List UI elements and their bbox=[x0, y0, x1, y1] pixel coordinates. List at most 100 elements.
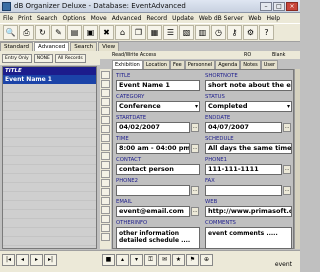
stop-icon[interactable]: ■ bbox=[102, 254, 115, 266]
maximize-button[interactable]: □ bbox=[273, 2, 285, 11]
tab-fee[interactable]: Fee bbox=[169, 60, 185, 69]
delete-record-icon[interactable] bbox=[101, 116, 110, 124]
tab-advanced[interactable]: Advanced bbox=[34, 42, 70, 51]
otherinfo-textarea[interactable]: other information detailed schedule .... bbox=[116, 227, 200, 249]
prev-page-button[interactable]: ◂ bbox=[16, 254, 29, 266]
menu-web-db-server[interactable]: Web dB Server bbox=[199, 15, 244, 22]
attach-icon[interactable] bbox=[101, 206, 110, 214]
web-icon[interactable] bbox=[101, 224, 110, 232]
star-icon[interactable]: ★ bbox=[172, 254, 185, 266]
schedule-field[interactable]: All days the same time bbox=[205, 143, 292, 154]
fax-button[interactable]: ... bbox=[283, 186, 291, 195]
image-icon[interactable]: ▧ bbox=[179, 25, 194, 40]
copy-record-icon[interactable] bbox=[101, 152, 110, 160]
lock-icon[interactable]: ⚿ bbox=[144, 254, 157, 266]
list-icon[interactable]: ☰ bbox=[163, 25, 178, 40]
edit-record-icon[interactable] bbox=[101, 125, 110, 133]
image-record-icon[interactable] bbox=[101, 215, 110, 223]
phone2-field[interactable] bbox=[116, 185, 190, 196]
tab-notes[interactable]: Notes bbox=[240, 60, 261, 69]
last-record-icon[interactable] bbox=[101, 98, 110, 106]
key-icon[interactable]: ⚷ bbox=[227, 25, 242, 40]
tab-user[interactable]: User bbox=[260, 60, 279, 69]
contact-field[interactable]: contact person bbox=[116, 164, 200, 175]
tab-search[interactable]: Search bbox=[70, 42, 98, 51]
add-record-icon[interactable] bbox=[101, 107, 110, 115]
export-icon[interactable] bbox=[101, 197, 110, 205]
menu-move[interactable]: Move bbox=[91, 15, 107, 22]
edit-icon[interactable]: ✎ bbox=[51, 25, 66, 40]
note-icon[interactable]: ✉ bbox=[158, 254, 171, 266]
chart-icon[interactable]: ▥ bbox=[195, 25, 210, 40]
web-field[interactable]: http://www.primasoft.co bbox=[205, 206, 292, 217]
save-icon[interactable]: ▣ bbox=[83, 25, 98, 40]
form-scrollbar[interactable] bbox=[294, 69, 300, 249]
email-button[interactable]: ... bbox=[191, 207, 199, 216]
up-icon[interactable]: ▴ bbox=[116, 254, 129, 266]
previous-record-icon[interactable] bbox=[101, 80, 110, 88]
save-record-icon[interactable] bbox=[101, 134, 110, 142]
comments-textarea[interactable]: event comments ..... bbox=[205, 227, 292, 249]
next-record-icon[interactable] bbox=[101, 89, 110, 97]
cancel-icon[interactable] bbox=[101, 143, 110, 151]
time-field[interactable]: 8:00 am - 04:00 pm bbox=[116, 143, 190, 154]
zoom-icon[interactable]: ⊕ bbox=[200, 254, 213, 266]
menu-options[interactable]: Options bbox=[62, 15, 85, 22]
shortnote-field[interactable]: short note about the event bbox=[205, 80, 292, 91]
next-page-button[interactable]: ▸ bbox=[30, 254, 43, 266]
tab-personnel[interactable]: Personnel bbox=[184, 60, 216, 69]
phone2-button[interactable]: ... bbox=[191, 186, 199, 195]
menu-web[interactable]: Web bbox=[248, 15, 261, 22]
all-records-button[interactable]: All Records bbox=[54, 53, 86, 63]
startdate-field[interactable]: 04/02/2007 bbox=[116, 122, 190, 133]
none-button[interactable]: NONE bbox=[33, 53, 53, 63]
email-icon[interactable] bbox=[101, 233, 110, 241]
print-icon[interactable]: ⎙ bbox=[19, 25, 34, 40]
menu-help[interactable]: Help bbox=[266, 15, 280, 22]
flag-icon[interactable]: ⚑ bbox=[186, 254, 199, 266]
time-picker-button[interactable]: ... bbox=[191, 144, 199, 153]
home-icon[interactable]: ⌂ bbox=[115, 25, 130, 40]
enddate-field[interactable]: 04/07/2007 bbox=[205, 122, 282, 133]
enddate-picker-button[interactable]: ... bbox=[283, 123, 291, 132]
down-icon[interactable]: ▾ bbox=[130, 254, 143, 266]
list-header[interactable]: TITLE bbox=[3, 67, 96, 75]
find-icon[interactable] bbox=[101, 161, 110, 169]
help-icon[interactable]: ? bbox=[259, 25, 274, 40]
calendar-icon[interactable]: ▦ bbox=[147, 25, 162, 40]
tab-view[interactable]: View bbox=[98, 42, 120, 51]
menu-advanced[interactable]: Advanced bbox=[112, 15, 142, 22]
copy-icon[interactable]: ❐ bbox=[131, 25, 146, 40]
search-icon[interactable]: 🔍 bbox=[3, 25, 18, 40]
menu-record[interactable]: Record bbox=[146, 15, 167, 22]
entry-only-button[interactable]: Entry Only bbox=[2, 53, 32, 63]
category-dropdown[interactable]: Conference bbox=[116, 101, 200, 112]
last-page-button[interactable]: ▸| bbox=[44, 254, 57, 266]
tab-agenda[interactable]: Agenda bbox=[215, 60, 241, 69]
menu-print[interactable]: Print bbox=[18, 15, 32, 22]
print-record-icon[interactable] bbox=[101, 188, 110, 196]
startdate-picker-button[interactable]: ... bbox=[191, 123, 199, 132]
open-icon[interactable]: ▤ bbox=[67, 25, 82, 40]
phone1-field[interactable]: 111-111-1111 bbox=[205, 164, 282, 175]
email-field[interactable]: event@email.com bbox=[116, 206, 190, 217]
sort-icon[interactable] bbox=[101, 179, 110, 187]
clock-icon[interactable]: ◷ bbox=[211, 25, 226, 40]
delete-icon[interactable]: ✖ bbox=[99, 25, 114, 40]
status-dropdown[interactable]: Completed bbox=[205, 101, 292, 112]
refresh-icon[interactable]: ↻ bbox=[35, 25, 50, 40]
close-button[interactable]: × bbox=[286, 2, 298, 11]
phone1-button[interactable]: ... bbox=[283, 165, 291, 174]
menu-file[interactable]: File bbox=[3, 15, 13, 22]
first-record-icon[interactable] bbox=[101, 71, 110, 79]
tab-location[interactable]: Location bbox=[142, 60, 170, 69]
filter-icon[interactable] bbox=[101, 170, 110, 178]
first-page-button[interactable]: |◂ bbox=[2, 254, 15, 266]
fax-field[interactable] bbox=[205, 185, 282, 196]
tab-standard[interactable]: Standard bbox=[0, 42, 34, 51]
menu-update[interactable]: Update bbox=[172, 15, 194, 22]
minimize-button[interactable]: – bbox=[260, 2, 272, 11]
tab-exhibition[interactable]: Exhibition bbox=[112, 60, 143, 69]
settings-icon[interactable]: ⚙ bbox=[243, 25, 258, 40]
menu-search[interactable]: Search bbox=[37, 15, 58, 22]
